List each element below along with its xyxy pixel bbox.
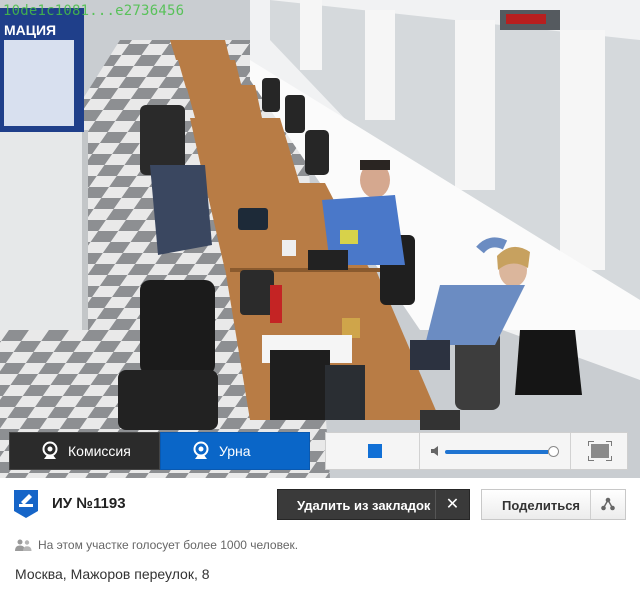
camera-komissiya-label: Комиссия [68, 443, 131, 459]
fullscreen-button[interactable] [572, 433, 628, 469]
share-button[interactable]: Поделиться [481, 489, 626, 520]
share-icon-container [590, 490, 625, 519]
station-title: ИУ №1193 [52, 495, 126, 512]
remove-bookmark-button[interactable]: Удалить из закладок ✕ [277, 489, 470, 520]
volume-slider-handle[interactable] [548, 446, 560, 457]
camera-view: МАЦИЯ [0, 0, 640, 478]
station-address: Москва, Мажоров переулок, 8 [15, 566, 210, 582]
player-control-panel [325, 432, 628, 470]
volume-slider-track[interactable] [445, 450, 557, 454]
webcam-icon [193, 441, 209, 459]
camera-urna-button[interactable]: Урна [160, 432, 310, 470]
fullscreen-icon [588, 441, 612, 461]
stream-watermark: 10de1c1081...e2736456 [3, 3, 185, 19]
stop-button[interactable] [326, 433, 420, 469]
page: МАЦИЯ 10de1c1081...e2736456 Комиссия Урн… [0, 0, 640, 589]
speaker-icon [431, 446, 438, 456]
webcam-icon [42, 441, 58, 459]
close-icon: ✕ [435, 490, 469, 519]
camera-komissiya-button[interactable]: Комиссия [9, 432, 160, 470]
people-icon [15, 539, 32, 551]
share-icon [601, 497, 615, 511]
camera-urna-label: Урна [219, 443, 251, 459]
video-player[interactable]: МАЦИЯ 10de1c1081...e2736456 [0, 0, 640, 478]
volume-control[interactable] [421, 433, 571, 469]
ballot-box-icon [14, 490, 38, 518]
share-label: Поделиться [502, 498, 581, 513]
info-board-text: МАЦИЯ [4, 22, 56, 38]
voters-note-text: На этом участке голосует более 1000 чело… [38, 538, 299, 552]
remove-bookmark-label: Удалить из закладок [297, 498, 431, 513]
voters-note: На этом участке голосует более 1000 чело… [15, 538, 298, 552]
stop-icon [368, 444, 382, 458]
